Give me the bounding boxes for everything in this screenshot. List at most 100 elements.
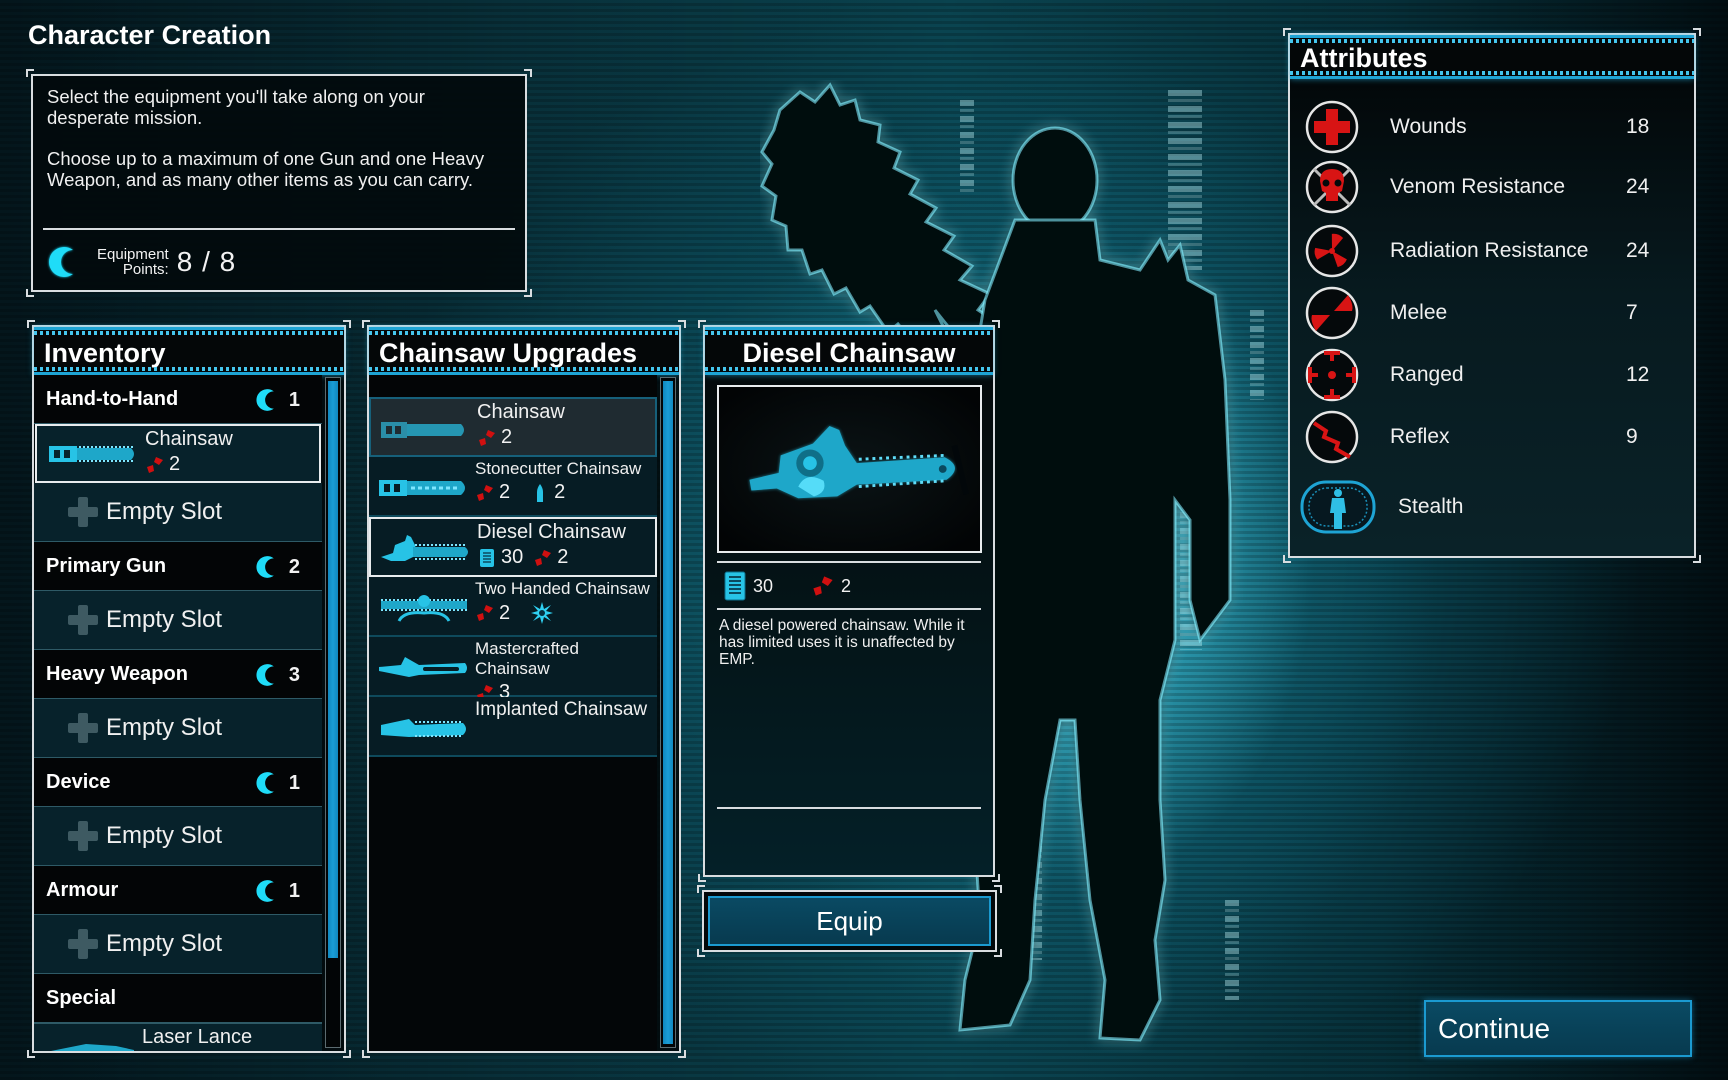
category-label: Primary Gun	[46, 554, 167, 577]
inventory-panel: Inventory Hand-to-Hand 1 Chainsaw 2 Empt…	[27, 320, 351, 1058]
empty-slot-label: Empty Slot	[106, 498, 223, 525]
wounds-cross-icon	[1305, 100, 1359, 154]
laser-lance-icon	[51, 1044, 134, 1051]
equipment-points: Equipment Points: 8 / 8	[47, 244, 236, 280]
divider	[717, 608, 981, 610]
attribute-row-ranged: Ranged 12	[1304, 347, 1684, 403]
damage-value: 2	[499, 481, 511, 503]
frame-corner	[994, 949, 1002, 957]
radiation-icon	[1305, 224, 1359, 278]
add-plus-icon	[68, 929, 98, 959]
frame-corner	[343, 1050, 351, 1058]
add-plus-icon	[68, 821, 98, 851]
frame-corner	[524, 69, 532, 77]
damage-icon	[477, 605, 493, 621]
item-info: Chainsaw 2	[477, 401, 565, 449]
cost-value: 3	[288, 663, 300, 686]
stealth-figure-icon	[1300, 480, 1376, 534]
cost-value: 1	[288, 771, 300, 794]
frame-corner	[678, 1050, 686, 1058]
empty-slot-armour[interactable]: Empty Slot	[34, 915, 322, 974]
upgrades-scrollbar[interactable]	[660, 377, 676, 1048]
item-description: A diesel powered chainsaw. While it has …	[719, 617, 965, 668]
armour-piercing-stat: 2	[530, 481, 565, 504]
frame-corner	[994, 885, 1002, 893]
frame-corner	[1693, 555, 1701, 563]
equip-button[interactable]: Equip	[708, 896, 991, 946]
intro-text: Select the equipment you'll take along o…	[47, 86, 425, 128]
intro-rules-text: Choose up to a maximum of one Gun and on…	[47, 148, 485, 190]
attribute-value: 12	[1626, 363, 1650, 386]
equipment-points-label: Equipment Points:	[97, 247, 169, 277]
attribute-label: Stealth	[1398, 495, 1464, 518]
upgrade-item-stonecutter-chainsaw[interactable]: Stonecutter Chainsaw 2 2	[369, 457, 657, 517]
category-special: Special	[34, 974, 322, 1023]
damage-stat: 2	[477, 426, 512, 449]
upgrades-header: Chainsaw Upgrades	[369, 327, 679, 375]
item-stats: 2 2	[475, 481, 641, 504]
category-label: Device	[46, 770, 111, 793]
upgrade-item-implanted-chainsaw[interactable]: Implanted Chainsaw	[369, 697, 657, 757]
reflex-zigzag-icon	[1305, 410, 1359, 464]
item-preview	[717, 385, 982, 553]
item-name: Chainsaw	[145, 428, 233, 450]
damage-value: 2	[557, 546, 569, 568]
inventory-scrollbar[interactable]	[325, 377, 341, 1048]
chainsaw-icon	[381, 422, 464, 438]
frame-corner	[524, 289, 532, 297]
detail-header: Diesel Chainsaw	[705, 327, 993, 375]
damage-icon	[147, 456, 163, 473]
equipment-point-icon	[256, 880, 274, 902]
empty-slot-label: Empty Slot	[106, 930, 223, 957]
upgrade-item-two-handed-chainsaw[interactable]: Two Handed Chainsaw 2	[369, 577, 657, 637]
upgrade-item-mastercrafted-chainsaw[interactable]: Mastercrafted Chainsaw 3	[369, 637, 657, 703]
equipment-point-icon	[256, 664, 274, 686]
category-device: Device 1	[34, 758, 322, 807]
diesel-chainsaw-preview-icon	[749, 426, 970, 499]
frame-corner	[362, 1050, 370, 1058]
item-detail-panel: Diesel Chainsaw 30 2 A diesel powered ch…	[698, 320, 1000, 882]
inventory-header: Inventory	[34, 327, 344, 375]
equipment-points-label-line1: Equipment	[97, 246, 169, 263]
damage-value: 2	[501, 426, 513, 448]
damage-value: 2	[499, 601, 511, 624]
upgrades-panel: Chainsaw Upgrades Chainsaw 2 Stonecutter…	[362, 320, 686, 1058]
uses-stat: 30	[477, 546, 523, 569]
upgrades-title: Chainsaw Upgrades	[379, 338, 638, 368]
item-name: Chainsaw	[477, 401, 565, 423]
stonecutter-chainsaw-icon	[379, 480, 465, 496]
empty-slot-heavy-weapon[interactable]: Empty Slot	[34, 699, 322, 758]
upgrade-item-chainsaw[interactable]: Chainsaw 2	[369, 397, 657, 457]
category-heavy-weapon: Heavy Weapon 3	[34, 650, 322, 699]
attribute-label: Reflex	[1390, 425, 1450, 448]
empty-slot-primary-gun[interactable]: Empty Slot	[34, 591, 322, 650]
upgrade-item-diesel-chainsaw[interactable]: Diesel Chainsaw 30 2	[369, 517, 657, 577]
inventory-list: Hand-to-Hand 1 Chainsaw 2 Empty Slot Pri…	[34, 375, 322, 1051]
equipment-point-icon	[256, 556, 274, 578]
item-name: Mastercrafted Chainsaw	[475, 639, 579, 678]
attribute-label: Radiation Resistance	[1390, 239, 1589, 262]
melee-icon	[1305, 286, 1359, 340]
frame-corner	[27, 1050, 35, 1058]
special-item-laser-lance[interactable]: Laser Lance	[34, 1023, 322, 1051]
detail-stats: 30 2	[723, 571, 871, 601]
frame-corner	[697, 949, 705, 957]
empty-slot-label: Empty Slot	[106, 606, 223, 633]
item-info: Stonecutter Chainsaw 2 2	[475, 459, 641, 504]
damage-value: 2	[841, 575, 852, 596]
item-stats: 2	[145, 453, 233, 476]
diesel-chainsaw-icon	[381, 535, 468, 561]
cost-value: 1	[288, 388, 300, 411]
scrollbar-thumb[interactable]	[663, 381, 673, 1044]
empty-slot-device[interactable]: Empty Slot	[34, 807, 322, 866]
equipped-item-chainsaw[interactable]: Chainsaw 2	[35, 424, 321, 483]
category-label: Hand-to-Hand	[46, 387, 179, 410]
cost-value: 1	[288, 879, 300, 902]
scrollbar-thumb[interactable]	[328, 381, 338, 958]
continue-button[interactable]: Continue	[1424, 1000, 1692, 1057]
inventory-title: Inventory	[44, 338, 166, 368]
chainsaw-icon	[49, 445, 134, 462]
frame-corner	[992, 874, 1000, 882]
empty-slot-hand-to-hand[interactable]: Empty Slot	[34, 483, 322, 542]
uses-value: 30	[501, 546, 524, 568]
